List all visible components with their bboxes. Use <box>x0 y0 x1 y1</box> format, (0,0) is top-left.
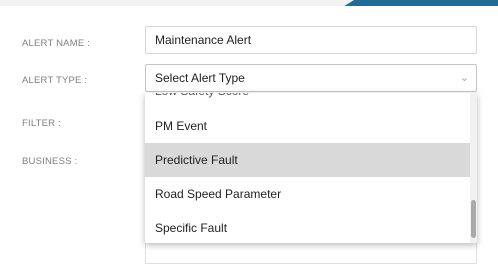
alert-type-label: ALERT TYPE : <box>22 75 88 86</box>
alert-name-input[interactable]: Maintenance Alert <box>145 26 477 54</box>
business-label: BUSINESS : <box>22 156 78 167</box>
dropdown-option-road-speed-parameter[interactable]: Road Speed Parameter <box>145 177 470 211</box>
chevron-down-icon[interactable]: ⌄ <box>460 71 469 85</box>
alert-type-select-value: Select Alert Type <box>155 71 245 85</box>
alert-type-dropdown-list[interactable]: Low Safety Score PM Event Predictive Fau… <box>145 93 477 243</box>
dropdown-scrollbar-thumb[interactable] <box>471 200 476 238</box>
dropdown-option-pm-event[interactable]: PM Event <box>145 109 470 143</box>
dropdown-scrollbar-track[interactable] <box>470 93 477 243</box>
dropdown-option-specific-fault[interactable]: Specific Fault <box>145 211 470 243</box>
business-field-obscured[interactable] <box>145 240 477 264</box>
dropdown-option-partial[interactable]: Low Safety Score <box>145 93 470 102</box>
alert-type-select[interactable]: Select Alert Type ⌄ <box>145 64 477 92</box>
filter-label: FILTER : <box>22 118 61 129</box>
dropdown-option-predictive-fault[interactable]: Predictive Fault <box>145 143 470 177</box>
alert-name-label: ALERT NAME : <box>22 38 91 49</box>
